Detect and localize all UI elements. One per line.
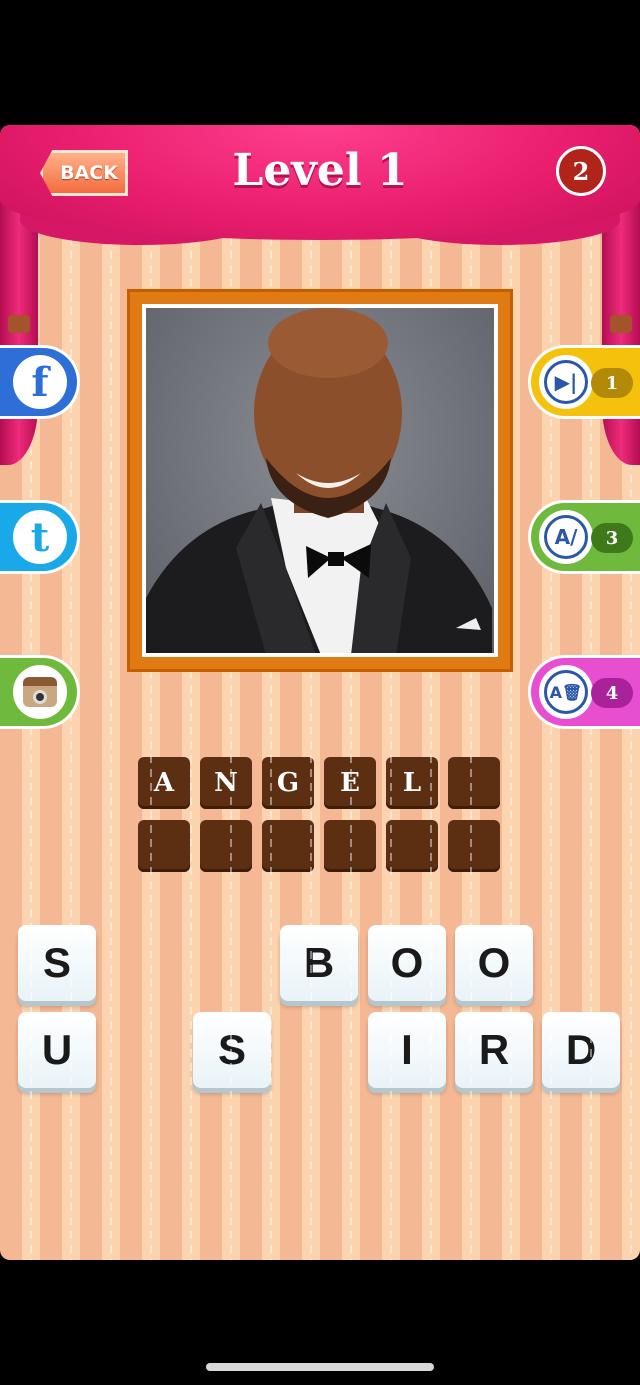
reveal-letter-icon: A/ xyxy=(544,515,588,559)
skip-hint-count: 1 xyxy=(591,368,633,398)
letter-key[interactable]: U xyxy=(18,1012,96,1088)
answer-slot[interactable]: E xyxy=(324,757,376,809)
letter-key[interactable]: D xyxy=(542,1012,620,1088)
trash-letters-icon: A🗑 xyxy=(544,670,588,714)
coin-counter[interactable]: 2 xyxy=(556,146,606,196)
level-title: Level 1 xyxy=(232,145,408,196)
facebook-share-button[interactable]: f xyxy=(0,345,80,419)
letter-key[interactable]: O xyxy=(455,925,533,1001)
answer-slot[interactable] xyxy=(448,757,500,809)
answer-slot[interactable] xyxy=(448,820,500,872)
skip-hint-button[interactable]: ▶| 1 xyxy=(528,345,640,419)
celebrity-photo xyxy=(146,308,494,653)
reveal-letter-hint-count: 3 xyxy=(591,523,633,553)
home-indicator[interactable] xyxy=(206,1363,434,1371)
back-button[interactable]: BACK xyxy=(40,150,128,196)
answer-slot[interactable] xyxy=(262,820,314,872)
curtain-tie xyxy=(8,315,30,333)
twitter-icon: t xyxy=(13,510,67,564)
letter-key[interactable]: S xyxy=(193,1012,271,1088)
letter-key[interactable]: R xyxy=(455,1012,533,1088)
answer-slot[interactable]: A xyxy=(138,757,190,809)
letter-key[interactable]: B xyxy=(280,925,358,1001)
answer-slot[interactable] xyxy=(200,820,252,872)
letter-key[interactable]: S xyxy=(18,925,96,1001)
skip-forward-icon: ▶| xyxy=(544,360,588,404)
answer-slot[interactable] xyxy=(138,820,190,872)
remove-letters-hint-button[interactable]: A🗑 4 xyxy=(528,655,640,729)
answer-slot[interactable]: L xyxy=(386,757,438,809)
instagram-share-button[interactable] xyxy=(0,655,80,729)
letter-key[interactable]: O xyxy=(368,925,446,1001)
curtain-tie xyxy=(610,315,632,333)
letter-key[interactable]: I xyxy=(368,1012,446,1088)
answer-slot[interactable]: G xyxy=(262,757,314,809)
instagram-icon xyxy=(13,665,67,719)
twitter-share-button[interactable]: t xyxy=(0,500,80,574)
facebook-icon: f xyxy=(13,355,67,409)
picture-frame xyxy=(127,289,513,672)
answer-slot[interactable] xyxy=(324,820,376,872)
answer-slot[interactable] xyxy=(386,820,438,872)
remove-letters-hint-count: 4 xyxy=(591,678,633,708)
answer-slot[interactable]: N xyxy=(200,757,252,809)
game-screen: BACK Level 1 2 f t ▶| 1 A/ 3 A🗑 4 A N G … xyxy=(0,125,640,1260)
reveal-letter-hint-button[interactable]: A/ 3 xyxy=(528,500,640,574)
